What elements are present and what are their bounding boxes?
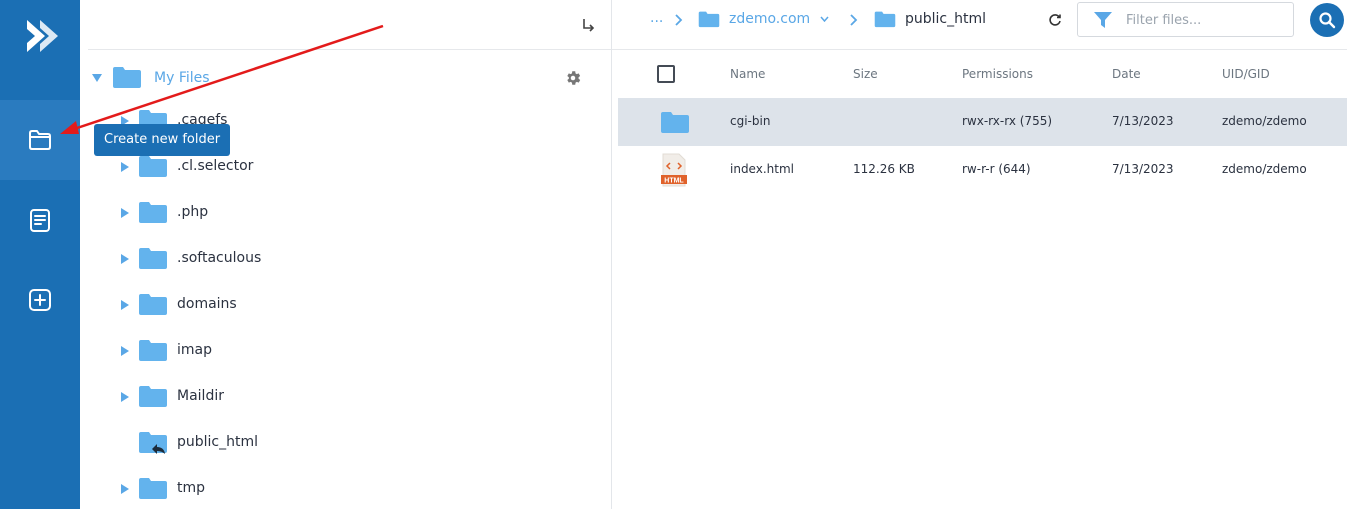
cell-date: 7/13/2023 <box>1112 114 1174 128</box>
folder-icon <box>139 294 167 315</box>
header-name[interactable]: Name <box>730 67 765 81</box>
header-size[interactable]: Size <box>853 67 878 81</box>
cell-permissions: rwx-rx-rx (755) <box>962 114 1053 128</box>
table-row[interactable]: HTML index.html 112.26 KB rw-r-r (644) 7/13/… <box>618 146 1347 194</box>
folder-icon <box>139 156 167 177</box>
header-permissions[interactable]: Permissions <box>962 67 1033 81</box>
chevron-down-icon[interactable] <box>820 16 829 22</box>
cell-permissions: rw-r-r (644) <box>962 162 1031 176</box>
tree-item-label: .cl.selector <box>177 158 254 174</box>
breadcrumb-ellipsis[interactable]: ... <box>650 10 663 26</box>
tree-item-label: Maildir <box>177 388 224 404</box>
tree-item[interactable]: .php <box>80 196 612 230</box>
folder-icon <box>113 67 141 88</box>
refresh-icon[interactable] <box>1047 12 1063 28</box>
folder-icon <box>874 11 896 28</box>
header-date[interactable]: Date <box>1112 67 1141 81</box>
gear-icon[interactable] <box>564 69 582 87</box>
header-uid-gid[interactable]: UID/GID <box>1222 67 1270 81</box>
cell-uid-gid: zdemo/zdemo <box>1222 114 1307 128</box>
caret-right-icon[interactable] <box>121 300 129 310</box>
folder-icon <box>661 112 689 133</box>
new-folder-button[interactable] <box>0 100 80 180</box>
search-icon <box>1319 12 1336 29</box>
new-file-button[interactable] <box>0 180 80 260</box>
tree-item-label: tmp <box>177 480 206 496</box>
html-file-icon-label: HTML <box>664 178 684 185</box>
folder-icon <box>698 11 720 28</box>
tree-item[interactable]: Maildir <box>80 380 612 414</box>
tree-root-label: My Files <box>154 70 210 86</box>
caret-right-icon[interactable] <box>121 162 129 172</box>
tree-root[interactable]: My Files <box>80 62 612 96</box>
chevron-right-icon <box>675 14 683 26</box>
app-rail <box>0 0 80 509</box>
breadcrumb: ... zdemo.com public_html <box>612 0 1347 50</box>
tree-item-label: .php <box>177 204 209 220</box>
tree-toolbar <box>88 0 611 50</box>
filter-box <box>1077 2 1294 37</box>
folder-tree: My Files .cagefs .cl.selector .php .softacu… <box>80 0 612 509</box>
caret-right-icon[interactable] <box>121 392 129 402</box>
caret-right-icon[interactable] <box>121 208 129 218</box>
tree-item[interactable]: domains <box>80 288 612 322</box>
select-all-checkbox[interactable] <box>657 65 675 83</box>
cell-name: cgi-bin <box>730 114 771 128</box>
tree-item[interactable]: .softaculous <box>80 242 612 276</box>
search-button[interactable] <box>1310 3 1344 37</box>
chevron-right-icon <box>850 14 858 26</box>
caret-down-icon[interactable] <box>92 74 102 82</box>
breadcrumb-domain[interactable]: zdemo.com <box>729 11 810 27</box>
filter-input[interactable] <box>1126 10 1286 30</box>
cell-uid-gid: zdemo/zdemo <box>1222 162 1307 176</box>
file-list-pane: ... zdemo.com public_html Name Size Perm… <box>612 0 1347 509</box>
new-folder-icon <box>29 130 51 150</box>
upload-icon <box>29 289 51 311</box>
caret-right-icon[interactable] <box>121 254 129 264</box>
cell-date: 7/13/2023 <box>1112 162 1174 176</box>
tree-item-label: public_html <box>177 434 259 450</box>
breadcrumb-current: public_html <box>905 11 987 27</box>
html-file-icon: HTML <box>661 153 687 187</box>
new-file-icon <box>30 209 50 232</box>
tree-item-label: imap <box>177 342 212 358</box>
caret-right-icon[interactable] <box>121 346 129 356</box>
upload-button[interactable] <box>0 260 80 340</box>
folder-icon <box>139 248 167 269</box>
tooltip: Create new folder <box>94 124 231 156</box>
tree-item[interactable]: tmp <box>80 472 612 506</box>
tree-item[interactable]: public_html <box>80 426 612 460</box>
folder-icon <box>139 478 167 499</box>
filter-icon <box>1094 12 1112 28</box>
table-header: Name Size Permissions Date UID/GID <box>618 50 1347 98</box>
tree-item-label: .softaculous <box>177 250 262 266</box>
folder-icon <box>139 340 167 361</box>
folder-icon <box>139 386 167 407</box>
folder-icon <box>139 202 167 223</box>
table-row[interactable]: cgi-bin rwx-rx-rx (755) 7/13/2023 zdemo/zde… <box>618 98 1347 146</box>
cell-name: index.html <box>730 162 794 176</box>
folder-shortcut-icon <box>139 432 167 454</box>
tree-item[interactable]: imap <box>80 334 612 368</box>
caret-right-icon[interactable] <box>121 484 129 494</box>
logo-icon[interactable] <box>18 14 62 58</box>
collapse-icon[interactable] <box>579 16 597 34</box>
tree-item-label: domains <box>177 296 237 312</box>
cell-size: 112.26 KB <box>853 162 915 176</box>
